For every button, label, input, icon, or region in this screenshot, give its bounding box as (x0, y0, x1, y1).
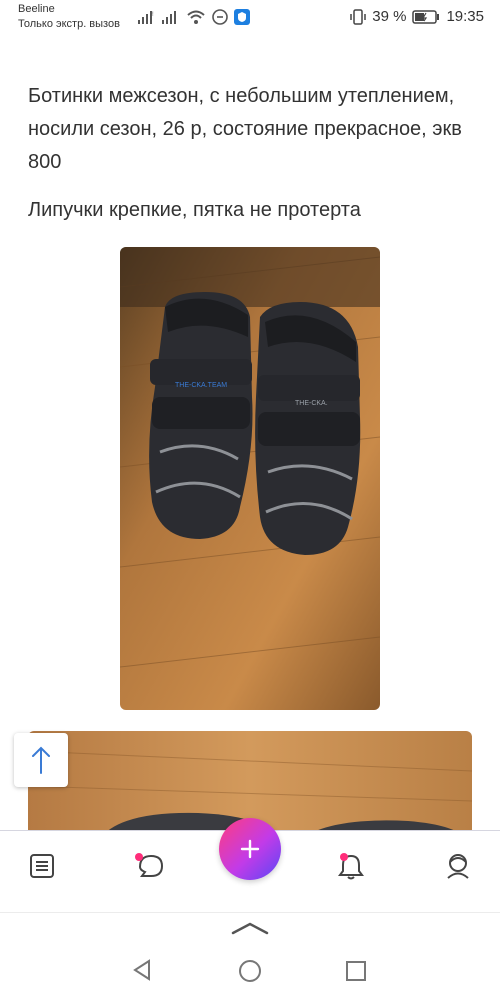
nav-chat-button[interactable] (134, 851, 164, 881)
boots-photo-image: THE-CKA.TEAM THE-CKA. (120, 247, 380, 710)
svg-text:!: ! (152, 12, 154, 18)
signal-icon: ! (138, 11, 154, 24)
status-bar: Beeline Только экстр. вызов ! 39 % 19:35 (0, 0, 500, 34)
chevron-up-icon[interactable] (231, 921, 269, 935)
carrier-info: Beeline Только экстр. вызов (18, 2, 120, 32)
nav-feed-button[interactable] (27, 851, 57, 881)
profile-icon (447, 854, 469, 879)
nav-notifications-button[interactable] (336, 851, 366, 881)
link-icon (212, 9, 228, 25)
wifi-icon (187, 10, 205, 24)
status-right: 39 % 19:35 (350, 8, 484, 25)
post-photo[interactable]: THE-CKA.TEAM THE-CKA. (120, 247, 380, 710)
status-icons: ! (138, 8, 250, 26)
signal-icon-2 (162, 11, 176, 24)
scroll-top-button[interactable] (14, 733, 68, 787)
back-icon[interactable] (131, 959, 153, 981)
svg-text:THE-CKA.TEAM: THE-CKA.TEAM (175, 382, 227, 389)
post-description: Ботинки межсезон, с небольшим утеплением… (28, 85, 462, 173)
recents-icon[interactable] (345, 960, 367, 982)
svg-text:THE-CKA.: THE-CKA. (295, 400, 328, 407)
clock: 19:35 (446, 8, 484, 25)
carrier-status: Только экстр. вызов (18, 18, 120, 30)
post-detail: Липучки крепкие, пятка не протерта (28, 199, 361, 221)
nav-profile-button[interactable] (443, 851, 473, 881)
arrow-up-icon (32, 746, 50, 774)
add-post-button[interactable] (219, 818, 281, 880)
add-icon (240, 839, 260, 859)
shield-icon (234, 9, 250, 25)
bell-icon (338, 853, 364, 880)
battery-percent: 39 % (372, 8, 407, 25)
carrier-name: Beeline (18, 3, 55, 15)
system-nav-bar (0, 912, 500, 1001)
home-icon[interactable] (238, 959, 262, 983)
vibrate-icon (350, 8, 366, 25)
feed-icon (30, 854, 54, 878)
battery-icon (412, 9, 440, 24)
chat-icon (135, 853, 164, 877)
